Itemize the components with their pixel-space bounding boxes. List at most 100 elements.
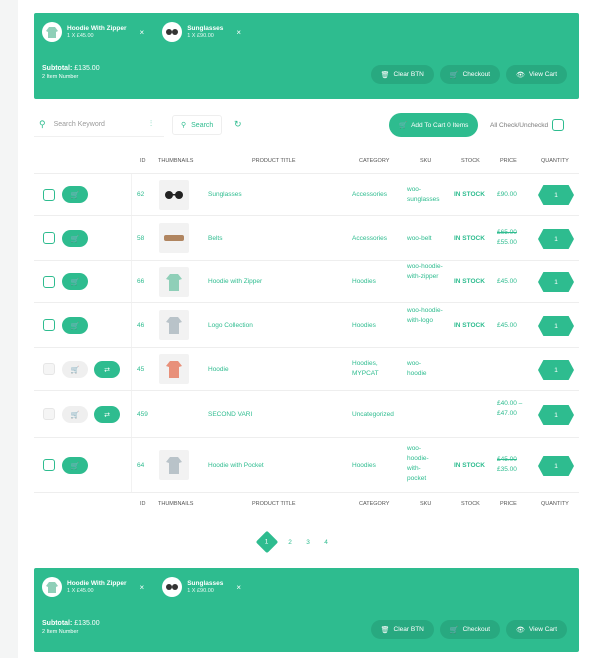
remove-item-icon[interactable]: × (236, 583, 241, 592)
product-title[interactable]: Sunglasses (208, 190, 242, 200)
page-2[interactable]: 2 (281, 539, 299, 546)
product-category[interactable]: Uncategorized (352, 410, 394, 420)
belt-thumbnail-icon[interactable] (159, 223, 189, 253)
quantity-stepper[interactable]: 1 (538, 405, 574, 425)
view-cart-button[interactable]: 👁 View Cart (506, 65, 567, 84)
product-category[interactable]: Hoodies (352, 277, 376, 287)
table-toolbar: ⚲ Search Keyword ⫶ ⚲ Search ↻ 🛒 Add To Car… (34, 113, 579, 137)
remove-item-icon[interactable]: × (140, 583, 145, 592)
mini-cart-item-name: Hoodie With Zipper (67, 24, 127, 32)
view-cart-button[interactable]: 👁 View Cart (506, 620, 567, 639)
hoodie-thumbnail-icon[interactable] (159, 450, 189, 480)
quantity-stepper[interactable]: 1 (538, 360, 574, 380)
clear-cart-button[interactable]: 🗑 Clear BTN (370, 620, 434, 639)
hoodie-thumbnail-icon (42, 577, 62, 597)
search-placeholder: Search Keyword (53, 121, 105, 128)
eye-icon: 👁 (516, 626, 525, 634)
product-title[interactable]: Hoodie (208, 365, 229, 375)
hoodie-thumbnail-icon[interactable] (159, 310, 189, 340)
page-4[interactable]: 4 (317, 539, 335, 546)
product-id: 62 (137, 191, 145, 198)
product-id: 459 (137, 411, 148, 418)
add-to-cart-button: 🛒 (62, 361, 88, 378)
add-to-cart-button[interactable]: 🛒 (62, 230, 88, 247)
quantity-stepper[interactable]: 1 (538, 185, 574, 205)
reset-icon[interactable]: ↻ (234, 119, 242, 130)
footer-thumbnails: THUMBNAILS (158, 501, 194, 507)
product-category[interactable]: Hoodies (352, 461, 376, 471)
hoodie-thumbnail-icon[interactable] (159, 354, 189, 384)
product-title[interactable]: Logo Collection (208, 321, 253, 331)
product-category[interactable]: Accessories (352, 190, 387, 200)
remove-item-icon[interactable]: × (140, 28, 145, 37)
add-to-cart-button[interactable]: 🛒 Add To Cart 0 Items (389, 113, 479, 137)
table-row: 🛒 ⇄ 45 Hoodie Hoodies, MYPCAT woo-hoodie … (34, 347, 579, 390)
add-to-cart-button[interactable]: 🛒 (62, 186, 88, 203)
product-sku: woo-hoodie-with-logo (407, 307, 443, 324)
header-stock: STOCK (461, 158, 480, 164)
product-id: 66 (137, 278, 145, 285)
cart-icon: 🛒 (449, 626, 459, 634)
filter-icon[interactable]: ⫶ (150, 119, 152, 129)
quantity-stepper[interactable]: 1 (538, 272, 574, 292)
all-check-checkbox[interactable] (552, 119, 565, 131)
row-checkbox[interactable] (43, 232, 55, 244)
product-category[interactable]: Accessories (352, 234, 387, 244)
product-price: £45.00 £35.00 (497, 456, 517, 473)
row-checkbox[interactable] (43, 319, 55, 331)
header-thumbnails: THUMBNAILS (158, 158, 194, 164)
page-3[interactable]: 3 (299, 539, 317, 546)
add-to-cart-button[interactable]: 🛒 (62, 317, 88, 334)
add-to-cart-button[interactable]: 🛒 (62, 457, 88, 474)
page-1[interactable]: 1 (255, 530, 279, 554)
product-id: 58 (137, 235, 145, 242)
quantity-stepper[interactable]: 1 (538, 456, 574, 476)
item-count: 2 Item Number (42, 74, 79, 80)
footer-id: ID (140, 501, 146, 507)
remove-item-icon[interactable]: × (236, 28, 241, 37)
cart-icon: 🛒 (449, 71, 459, 79)
footer-product-title: PRODUCT TITLE (252, 501, 296, 507)
mini-cart-item-name: Sunglasses (187, 579, 224, 587)
quantity-stepper[interactable]: 1 (538, 316, 574, 336)
sunglasses-thumbnail-icon (162, 22, 183, 42)
variation-button[interactable]: ⇄ (94, 361, 120, 378)
header-id: ID (140, 158, 146, 164)
cart-icon: 🛒 (399, 122, 408, 129)
mini-cart-item: Sunglasses 1 X £90.00 × (162, 577, 241, 597)
product-title[interactable]: Hoodie with Zipper (208, 277, 262, 287)
pagination: 1 2 3 4 (251, 530, 363, 554)
checkout-button[interactable]: 🛒 Checkout (439, 65, 501, 84)
product-sku: woo-sunglasses (407, 186, 440, 203)
mini-cart-item: Sunglasses 1 X £90.00 × (162, 22, 241, 42)
footer-stock: STOCK (461, 501, 480, 507)
header-category: CATEGORY (359, 158, 390, 164)
product-category[interactable]: Hoodies (352, 321, 376, 331)
variation-button[interactable]: ⇄ (94, 406, 120, 423)
product-title[interactable]: Belts (208, 234, 222, 244)
sunglasses-thumbnail-icon (162, 577, 183, 597)
add-to-cart-button[interactable]: 🛒 (62, 273, 88, 290)
product-sku: woo-belt (407, 235, 432, 242)
table-header: ID THUMBNAILS PRODUCT TITLE CATEGORY SKU… (34, 150, 579, 172)
eye-icon: 👁 (516, 71, 525, 79)
row-checkbox (43, 363, 55, 375)
product-title[interactable]: Hoodie with Pocket (208, 461, 264, 471)
clear-cart-button[interactable]: 🗑 Clear BTN (370, 65, 434, 84)
all-check[interactable]: All Check/Uncheckd (490, 119, 565, 131)
quantity-stepper[interactable]: 1 (538, 229, 574, 249)
product-title[interactable]: SECOND VARI (208, 410, 252, 420)
product-category[interactable]: Hoodies, MYPCAT (352, 359, 400, 379)
footer-quantity: QUANTITY (541, 501, 569, 507)
mini-cart-item: Hoodie With Zipper 1 X £45.00 × (42, 577, 144, 597)
header-product-title: PRODUCT TITLE (252, 158, 296, 164)
row-checkbox[interactable] (43, 459, 55, 471)
product-price: £40.00 – £47.00 (497, 400, 523, 417)
checkout-button[interactable]: 🛒 Checkout (439, 620, 501, 639)
sunglasses-thumbnail-icon[interactable] (159, 180, 189, 210)
row-checkbox[interactable] (43, 276, 55, 288)
search-button[interactable]: ⚲ Search (172, 115, 223, 135)
hoodie-thumbnail-icon[interactable] (159, 267, 189, 297)
search-input[interactable]: ⚲ Search Keyword (34, 113, 164, 137)
row-checkbox[interactable] (43, 189, 55, 201)
